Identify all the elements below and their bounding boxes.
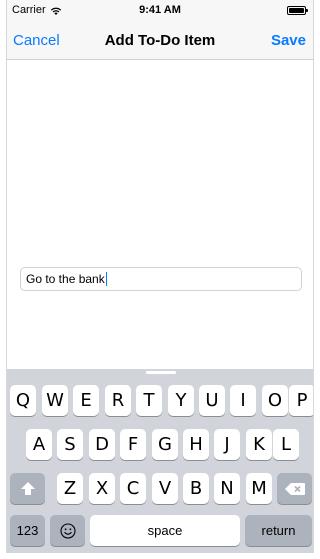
delete-icon xyxy=(284,482,306,496)
key-c[interactable]: C xyxy=(120,473,146,504)
battery-icon xyxy=(287,6,308,15)
keyboard: Q W E R T Y U I O P A S D F G H J K L Z … xyxy=(7,369,313,553)
keyboard-row-2: A S D F G H J K L xyxy=(7,429,313,460)
cancel-button[interactable]: Cancel xyxy=(13,32,60,49)
key-t[interactable]: T xyxy=(136,385,162,416)
key-j[interactable]: J xyxy=(214,429,240,460)
key-r[interactable]: R xyxy=(105,385,131,416)
key-l[interactable]: L xyxy=(273,429,299,460)
key-x[interactable]: X xyxy=(89,473,115,504)
key-f[interactable]: F xyxy=(120,429,146,460)
key-d[interactable]: D xyxy=(89,429,115,460)
key-b[interactable]: B xyxy=(183,473,209,504)
key-m[interactable]: M xyxy=(246,473,272,504)
key-s[interactable]: S xyxy=(57,429,83,460)
key-w[interactable]: W xyxy=(42,385,68,416)
key-n[interactable]: N xyxy=(214,473,240,504)
content-area: Go to the bank xyxy=(7,60,313,369)
keyboard-row-1: Q W E R T Y U I O P xyxy=(7,385,313,416)
key-q[interactable]: Q xyxy=(10,385,36,416)
status-time: 9:41 AM xyxy=(139,4,181,16)
key-o[interactable]: O xyxy=(262,385,288,416)
status-bar: Carrier 9:41 AM xyxy=(7,0,313,20)
key-v[interactable]: V xyxy=(152,473,178,504)
key-p[interactable]: P xyxy=(289,385,313,416)
keyboard-row-4: 123 space return xyxy=(7,515,313,546)
navigation-bar: Cancel Add To-Do Item Save xyxy=(7,20,313,60)
key-i[interactable]: I xyxy=(230,385,256,416)
delete-key[interactable] xyxy=(277,473,312,504)
return-key[interactable]: return xyxy=(245,515,312,546)
todo-item-value: Go to the bank xyxy=(26,272,105,286)
numbers-key[interactable]: 123 xyxy=(10,515,45,546)
shift-key[interactable] xyxy=(10,473,45,504)
emoji-icon xyxy=(59,522,76,539)
key-y[interactable]: Y xyxy=(168,385,194,416)
key-z[interactable]: Z xyxy=(57,473,83,504)
save-button[interactable]: Save xyxy=(271,32,306,49)
key-k[interactable]: K xyxy=(246,429,272,460)
key-e[interactable]: E xyxy=(73,385,99,416)
shift-icon xyxy=(20,481,36,496)
keyboard-row-3: Z X C V B N M xyxy=(7,473,313,504)
key-h[interactable]: H xyxy=(183,429,209,460)
space-key[interactable]: space xyxy=(90,515,240,546)
text-cursor xyxy=(105,272,107,286)
key-a[interactable]: A xyxy=(26,429,52,460)
emoji-key[interactable] xyxy=(50,515,85,546)
keyboard-grabber xyxy=(146,371,176,374)
todo-item-field[interactable]: Go to the bank xyxy=(20,267,302,291)
app-window: Carrier 9:41 AM Cancel Add To-Do Item Sa… xyxy=(6,0,314,553)
key-g[interactable]: G xyxy=(152,429,178,460)
key-u[interactable]: U xyxy=(199,385,225,416)
